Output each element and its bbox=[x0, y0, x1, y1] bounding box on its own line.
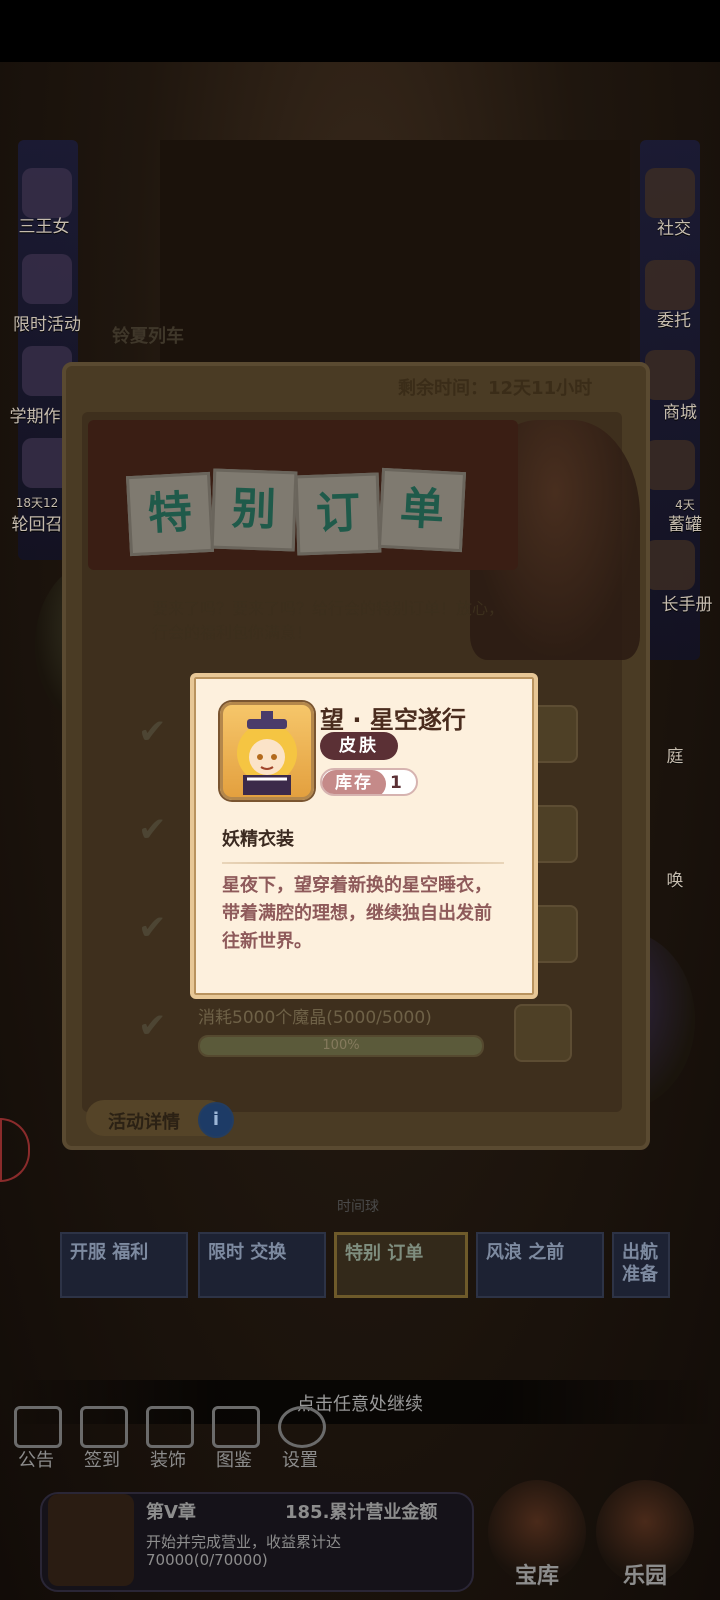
signin-label: 签到 bbox=[84, 1450, 120, 1471]
people-icon bbox=[645, 168, 695, 218]
gear-icon bbox=[278, 1406, 326, 1448]
jar-icon bbox=[645, 440, 695, 490]
paradise-label: 乐园 bbox=[622, 1564, 667, 1589]
tab-3[interactable]: 风浪 之前 bbox=[476, 1232, 604, 1298]
check-icon: ✔ bbox=[138, 1006, 167, 1046]
event-description: 要来了吗？要来了吗？给行会的特别订单！放心，行会的福利包你满意！ bbox=[152, 599, 505, 642]
stock-label: 库存 bbox=[322, 770, 386, 794]
modal-divider bbox=[222, 862, 504, 864]
notice-button[interactable] bbox=[14, 1406, 62, 1448]
chapter-title: 第V章 bbox=[146, 1502, 196, 1523]
right-menu-label-4: 长手册 bbox=[661, 595, 713, 615]
tab-4[interactable]: 出航 准备 bbox=[612, 1232, 670, 1298]
event-time-left: 剩余时间：12天11小时 bbox=[398, 378, 593, 399]
item-name: 望 · 星空遂行 bbox=[320, 706, 466, 734]
stock-value: 1 bbox=[390, 773, 402, 793]
progress-label: 100% bbox=[322, 1038, 360, 1053]
check-icon: ✔ bbox=[138, 810, 167, 850]
right-menu-item-1[interactable] bbox=[645, 260, 695, 310]
item-icon bbox=[220, 702, 314, 800]
notice-icon bbox=[14, 1406, 62, 1448]
settings-label: 设置 bbox=[282, 1450, 318, 1471]
status-bar bbox=[0, 0, 720, 62]
right-menu-label-0: 社交 bbox=[657, 219, 691, 239]
check-icon: ✔ bbox=[138, 712, 167, 752]
left-menu-label-0: 三王女 bbox=[18, 217, 70, 237]
right-menu-item-2[interactable] bbox=[645, 350, 695, 400]
skin-portrait-icon bbox=[237, 711, 297, 795]
left-menu-label-1: 限时活动 bbox=[13, 315, 81, 335]
star-icon bbox=[22, 254, 72, 304]
tab-1[interactable]: 限时 交换 bbox=[198, 1232, 326, 1298]
handbook-icon bbox=[645, 540, 695, 590]
top-center-label[interactable]: 铃夏列车 bbox=[112, 322, 184, 348]
brush-icon bbox=[146, 1406, 194, 1448]
consume-text: 消耗5000个魔晶(5000/5000) bbox=[198, 1008, 432, 1028]
calendar-icon bbox=[80, 1406, 128, 1448]
treasury-label: 宝库 bbox=[514, 1564, 559, 1589]
chapter-total: 185.累计营业金额 bbox=[285, 1502, 438, 1523]
reward-item[interactable] bbox=[514, 1004, 572, 1062]
banner-char-3: 单 bbox=[377, 467, 467, 553]
decor-label: 装饰 bbox=[150, 1450, 186, 1471]
book-icon bbox=[48, 1494, 134, 1586]
right-menu-label-3: 蓄罐 bbox=[668, 515, 702, 535]
tab-2[interactable]: 特别 订单 bbox=[334, 1232, 468, 1298]
tab-0[interactable]: 开服 福利 bbox=[60, 1232, 188, 1298]
tab-extra-label: 时间球 bbox=[337, 1199, 379, 1215]
background-shelf bbox=[160, 140, 630, 378]
banner-char-0: 特 bbox=[125, 471, 215, 557]
item-subtitle: 妖精衣装 bbox=[222, 829, 294, 850]
item-type-badge: 皮肤 bbox=[320, 732, 398, 760]
moon-icon bbox=[22, 168, 72, 218]
right-menu-item-4[interactable] bbox=[645, 540, 695, 590]
signin-button[interactable] bbox=[80, 1406, 128, 1448]
codex-icon bbox=[212, 1406, 260, 1448]
codex-label: 图鉴 bbox=[216, 1450, 252, 1471]
shop-icon bbox=[645, 350, 695, 400]
notice-label: 公告 bbox=[18, 1450, 54, 1471]
right-menu-label-1: 委托 bbox=[657, 311, 691, 331]
left-menu-item-1[interactable] bbox=[22, 254, 72, 304]
right-menu-item-0[interactable] bbox=[645, 168, 695, 218]
decor-button[interactable] bbox=[146, 1406, 194, 1448]
right-menu-item-3[interactable] bbox=[645, 440, 695, 490]
stock-badge: 库存 1 bbox=[320, 768, 418, 796]
settings-button[interactable] bbox=[278, 1406, 326, 1448]
item-description: 星夜下，望穿着新换的星空睡衣，带着满腔的理想，继续独自出发前往新世界。 bbox=[222, 875, 492, 952]
info-icon[interactable]: i bbox=[198, 1102, 234, 1138]
codex-button[interactable] bbox=[212, 1406, 260, 1448]
board-icon bbox=[645, 260, 695, 310]
left-menu-item-0[interactable] bbox=[22, 168, 72, 218]
banner-char-2: 订 bbox=[294, 472, 382, 556]
banner-char-1: 别 bbox=[210, 468, 298, 552]
chapter-task: 开始并完成营业，收益累计达70000(0/70000) bbox=[146, 1533, 342, 1569]
event-details-label: 活动详情 bbox=[108, 1112, 180, 1133]
check-icon: ✔ bbox=[138, 908, 167, 948]
